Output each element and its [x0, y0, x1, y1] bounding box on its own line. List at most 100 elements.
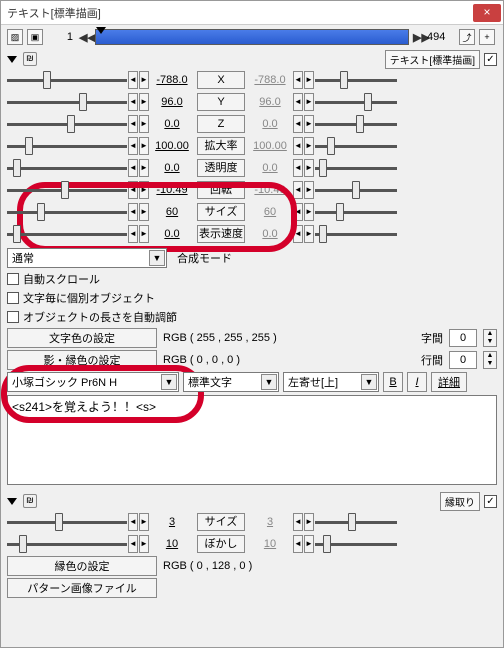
slider[interactable] [315, 114, 397, 134]
param-value-2[interactable]: 0.0 [248, 162, 292, 174]
pattern-file-button[interactable]: パターン画像ファイル [7, 578, 157, 598]
slider[interactable] [315, 158, 397, 178]
spin-left[interactable]: ◄ [128, 535, 138, 553]
slider[interactable] [7, 92, 127, 112]
spin-right[interactable]: ► [304, 535, 314, 553]
link-icon[interactable]: ₪ [23, 52, 37, 66]
slider[interactable] [315, 224, 397, 244]
spin-right[interactable]: ► [304, 203, 314, 221]
slider[interactable] [7, 224, 127, 244]
spin-right[interactable]: ► [139, 181, 149, 199]
spin-right[interactable]: ► [304, 137, 314, 155]
prev-fast-icon[interactable]: ◀◀ [79, 31, 91, 44]
param-name[interactable]: ぼかし [197, 535, 245, 553]
spin-left[interactable]: ◄ [293, 203, 303, 221]
check-per-char[interactable] [7, 292, 19, 304]
param-value-2[interactable]: -788.0 [248, 74, 292, 86]
nav-icon-d[interactable]: + [479, 29, 495, 45]
param-name[interactable]: Z [197, 115, 245, 133]
slider[interactable] [7, 180, 127, 200]
spin-left[interactable]: ◄ [293, 159, 303, 177]
param-value-1[interactable]: 3 [150, 516, 194, 528]
param-value-2[interactable]: 60 [248, 206, 292, 218]
spin-right[interactable]: ► [139, 225, 149, 243]
spin-right[interactable]: ► [139, 137, 149, 155]
font-select[interactable]: 小塚ゴシック Pr6N H▼ [7, 372, 179, 392]
param-value-2[interactable]: -10.49 [248, 184, 292, 196]
spin-left[interactable]: ◄ [128, 513, 138, 531]
spin-right[interactable]: ► [304, 225, 314, 243]
check-auto-scroll[interactable] [7, 273, 19, 285]
spin-left[interactable]: ◄ [128, 93, 138, 111]
param-name[interactable]: サイズ [197, 513, 245, 531]
spin-left[interactable]: ◄ [293, 93, 303, 111]
spin-left[interactable]: ◄ [128, 159, 138, 177]
param-value-2[interactable]: 100.00 [248, 140, 292, 152]
param-name[interactable]: 拡大率 [197, 137, 245, 155]
spin-left[interactable]: ◄ [293, 535, 303, 553]
spin-right[interactable]: ► [304, 71, 314, 89]
nav-icon-c[interactable]: ⤴ [459, 29, 475, 45]
slider[interactable] [7, 534, 127, 554]
param-name[interactable]: サイズ [197, 203, 245, 221]
section-checkbox[interactable]: ✓ [484, 53, 497, 66]
spin-right[interactable]: ► [304, 93, 314, 111]
param-name[interactable]: 回転 [197, 181, 245, 199]
spin-left[interactable]: ◄ [128, 181, 138, 199]
spin-left[interactable]: ◄ [293, 181, 303, 199]
spin-left[interactable]: ◄ [293, 115, 303, 133]
param-value-1[interactable]: 10 [150, 538, 194, 550]
spin-right[interactable]: ► [139, 535, 149, 553]
spin-right[interactable]: ► [139, 203, 149, 221]
param-value-1[interactable]: 0.0 [150, 228, 194, 240]
slider[interactable] [7, 70, 127, 90]
char-spacing-stepper[interactable]: ▲▼ [483, 329, 497, 347]
spin-left[interactable]: ◄ [293, 71, 303, 89]
param-value-1[interactable]: 0.0 [150, 118, 194, 130]
slider[interactable] [315, 202, 397, 222]
detail-button[interactable]: 詳細 [431, 372, 467, 392]
timeline-marker[interactable] [96, 27, 106, 34]
link-icon[interactable]: ₪ [23, 494, 37, 508]
param-value-2[interactable]: 0.0 [248, 118, 292, 130]
slider[interactable] [315, 70, 397, 90]
spin-right[interactable]: ► [139, 71, 149, 89]
spin-right[interactable]: ► [304, 181, 314, 199]
spin-left[interactable]: ◄ [293, 513, 303, 531]
nav-icon-b[interactable]: ▣ [27, 29, 43, 45]
spin-left[interactable]: ◄ [128, 137, 138, 155]
param-value-1[interactable]: 96.0 [150, 96, 194, 108]
slider[interactable] [315, 136, 397, 156]
slider[interactable] [7, 158, 127, 178]
close-icon[interactable]: × [473, 4, 501, 22]
check-auto-length[interactable] [7, 311, 19, 323]
slider[interactable] [7, 512, 127, 532]
param-value-2[interactable]: 0.0 [248, 228, 292, 240]
border-color-button[interactable]: 縁色の設定 [7, 556, 157, 576]
slider[interactable] [315, 92, 397, 112]
spin-right[interactable]: ► [304, 159, 314, 177]
next-fast-icon[interactable]: ▶▶ [413, 31, 425, 44]
blend-mode-select[interactable]: 通常▼ [7, 248, 167, 268]
collapse-icon[interactable] [7, 498, 17, 505]
spin-right[interactable]: ► [139, 159, 149, 177]
spin-right[interactable]: ► [139, 513, 149, 531]
collapse-icon[interactable] [7, 56, 17, 63]
param-value-1[interactable]: -10.49 [150, 184, 194, 196]
param-value-2[interactable]: 10 [248, 538, 292, 550]
spin-left[interactable]: ◄ [128, 225, 138, 243]
spin-left[interactable]: ◄ [128, 203, 138, 221]
align-select[interactable]: 左寄せ[上]▼ [283, 372, 379, 392]
spin-right[interactable]: ► [304, 115, 314, 133]
param-value-1[interactable]: 0.0 [150, 162, 194, 174]
slider[interactable] [315, 512, 397, 532]
param-name[interactable]: Y [197, 93, 245, 111]
param-value-2[interactable]: 96.0 [248, 96, 292, 108]
char-spacing-input[interactable]: 0 [449, 329, 477, 347]
param-value-1[interactable]: -788.0 [150, 74, 194, 86]
param-value-1[interactable]: 60 [150, 206, 194, 218]
spin-right[interactable]: ► [139, 93, 149, 111]
param-value-2[interactable]: 3 [248, 516, 292, 528]
text-input[interactable]: <s241>を覚えよう！！<s> [7, 395, 497, 485]
slider[interactable] [315, 534, 397, 554]
